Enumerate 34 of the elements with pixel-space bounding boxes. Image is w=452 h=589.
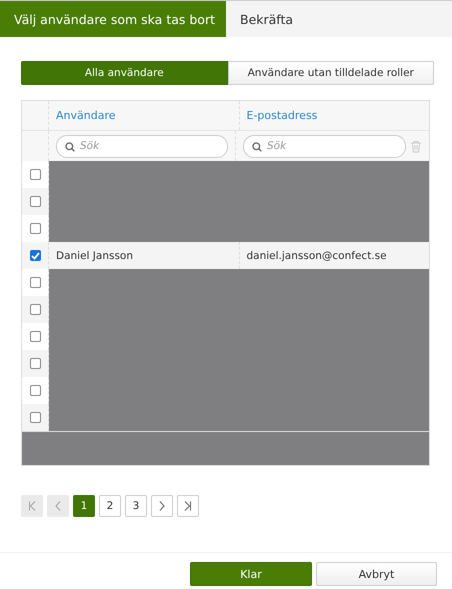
checkbox[interactable]: [30, 250, 40, 261]
checkbox[interactable]: [30, 412, 40, 423]
filter-tab[interactable]: Alla användare: [21, 61, 228, 85]
search-icon: [252, 142, 262, 152]
filter-tab[interactable]: Användare utan tilldelade roller: [228, 61, 434, 85]
next-page-button[interactable]: [151, 495, 173, 517]
search-icon: [65, 142, 75, 152]
cancel-button[interactable]: Avbryt: [316, 562, 437, 586]
step-tab[interactable]: Välj användare som ska tas bort: [0, 1, 226, 37]
page-button[interactable]: 1: [73, 495, 95, 517]
page-button[interactable]: 2: [99, 495, 121, 517]
user-name: Daniel Jansson: [56, 250, 134, 262]
chevron-left-icon: [55, 501, 61, 511]
column-header[interactable]: Användare: [56, 109, 116, 122]
checkbox[interactable]: [30, 304, 40, 315]
last-page-button[interactable]: [177, 495, 199, 517]
checkbox[interactable]: [30, 223, 40, 234]
email-address: daniel.jansson@confect.se: [246, 250, 387, 262]
bar-chevron-left-icon: [28, 501, 36, 511]
column-header[interactable]: E-postadress: [246, 109, 318, 122]
checkbox[interactable]: [30, 169, 40, 180]
search-field[interactable]: Sök: [243, 134, 406, 158]
checkbox[interactable]: [30, 277, 40, 288]
checkbox[interactable]: [30, 358, 40, 369]
checkbox[interactable]: [30, 196, 40, 207]
page-button[interactable]: 3: [125, 495, 147, 517]
checkbox[interactable]: [30, 385, 40, 396]
bar-chevron-right-icon: [184, 501, 192, 511]
checkbox[interactable]: [30, 331, 40, 342]
step-tab[interactable]: Bekräfta: [226, 1, 308, 37]
search-field[interactable]: Sök: [56, 134, 228, 158]
chevron-right-icon: [159, 501, 165, 511]
done-button[interactable]: Klar: [190, 562, 312, 586]
trash-icon: [410, 140, 422, 152]
